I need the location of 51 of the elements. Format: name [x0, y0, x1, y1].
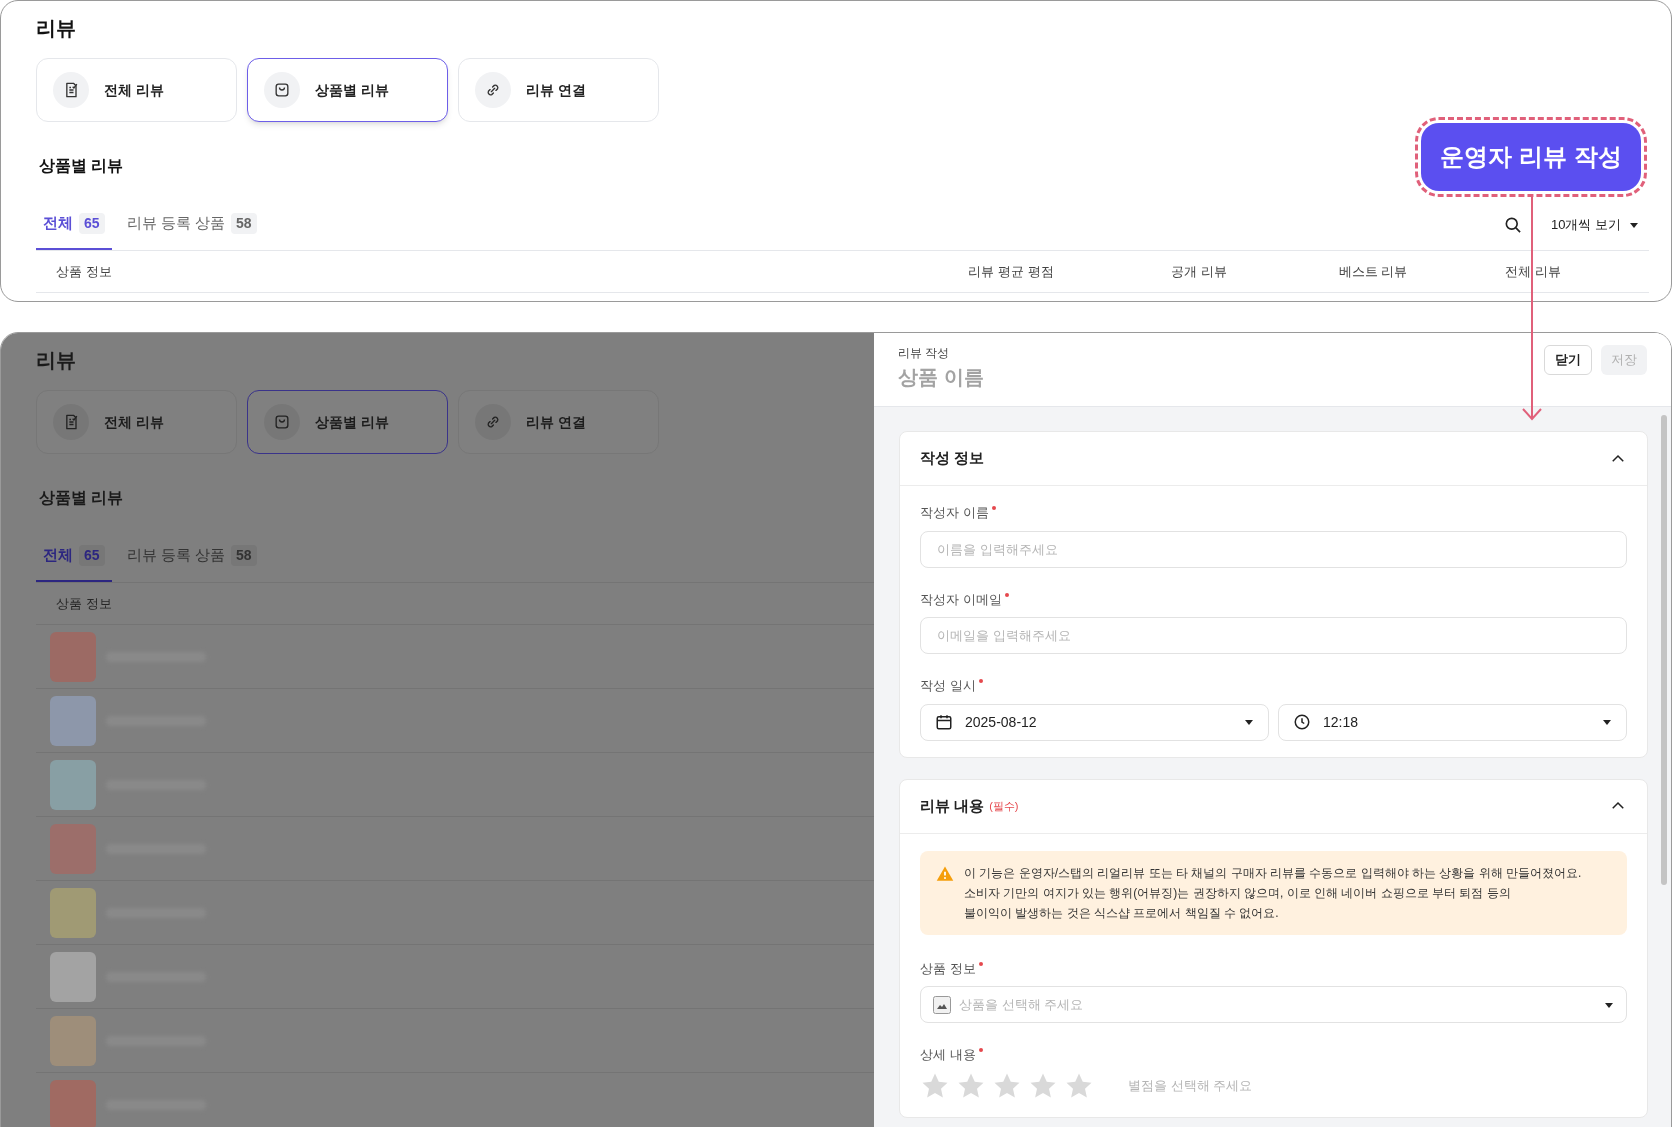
- section-title: 상품별 리뷰: [39, 488, 124, 508]
- field-label: 상세 내용: [920, 1046, 976, 1064]
- notice-text: 소비자 기만의 여지가 있는 행위(어뷰징)는 권장하지 않으며, 이로 인해 네이버 쇼핑으로 부터 퇴점 등의: [964, 884, 1512, 902]
- notice-text: 이 기능은 운영자/스탭의 리얼리뷰 또는 타 채널의 구매자 리뷰를 수동으로 입력해야 하는 상황을 위해 만들어졌어요.: [964, 864, 1582, 882]
- field-label: 상품 정보: [920, 959, 976, 978]
- tab[interactable]: 리뷰 등록 상품 58: [119, 531, 264, 582]
- section-title: 작성 정보: [920, 448, 985, 469]
- required-label: (필수): [989, 798, 1019, 814]
- close-button[interactable]: 닫기: [1544, 345, 1592, 375]
- drawer-eyebrow: 리뷰 작성: [898, 345, 951, 361]
- page-title: 리뷰: [36, 348, 77, 373]
- section-title: 상품별 리뷰: [39, 156, 124, 176]
- field-label: 작성 일시: [920, 677, 976, 695]
- write-operator-review-button[interactable]: 운영자 리뷰 작성: [1421, 123, 1641, 191]
- date-picker-field[interactable]: 2025-08-12: [920, 703, 1269, 741]
- tab[interactable]: 전체 65: [36, 199, 112, 250]
- field-label: 작성자 이메일: [920, 590, 1002, 609]
- nav-card[interactable]: 전체 리뷰: [36, 390, 237, 454]
- nav-card[interactable]: 상품별 리뷰: [247, 58, 448, 122]
- tab[interactable]: 리뷰 등록 상품 58: [119, 199, 264, 250]
- page-size-dropdown[interactable]: 10개씩 보기: [1550, 199, 1639, 250]
- nav-card[interactable]: 리뷰 연결: [458, 58, 659, 122]
- drawer-title: 상품 이름: [898, 365, 985, 390]
- count-badge: 58: [230, 213, 257, 234]
- clock-icon: [1293, 713, 1311, 731]
- column-header: 상품 정보: [55, 262, 113, 281]
- column-header: 베스트 리뷰: [1337, 262, 1409, 281]
- caret-down-icon: [1244, 717, 1254, 727]
- image-icon: [933, 995, 951, 1014]
- count-badge: 65: [79, 545, 105, 566]
- text-input-field[interactable]: 이메일을 입력해주세요: [920, 617, 1627, 654]
- section-title: 리뷰 내용: [920, 795, 985, 816]
- text-input-field[interactable]: 이름을 입력해주세요: [920, 530, 1627, 568]
- column-header: 상품 정보: [55, 594, 113, 613]
- warning-icon: [936, 864, 954, 883]
- tab[interactable]: 전체 65: [36, 531, 112, 582]
- column-header: 전체 리뷰: [1504, 262, 1562, 281]
- time-picker-field[interactable]: 12:18: [1278, 703, 1627, 741]
- field-label: 작성자 이름: [920, 504, 989, 522]
- caret-down-icon: [1602, 717, 1612, 727]
- page-title: 리뷰: [36, 16, 77, 41]
- nav-card[interactable]: 리뷰 연결: [458, 390, 659, 454]
- calendar-icon: [935, 713, 953, 731]
- nav-card[interactable]: 전체 리뷰: [36, 58, 237, 122]
- count-badge: 65: [79, 213, 105, 234]
- rating-hint: 별점을 선택해 주세요: [1128, 1076, 1253, 1095]
- count-badge: 58: [230, 545, 257, 566]
- column-header: 공개 리뷰: [1170, 262, 1228, 281]
- column-header: 리뷰 평균 평점: [967, 262, 1055, 281]
- nav-card[interactable]: 상품별 리뷰: [247, 390, 448, 454]
- notice-text: 불이익이 발생하는 것은 식스샵 프로에서 책임질 수 없어요.: [964, 904, 1280, 922]
